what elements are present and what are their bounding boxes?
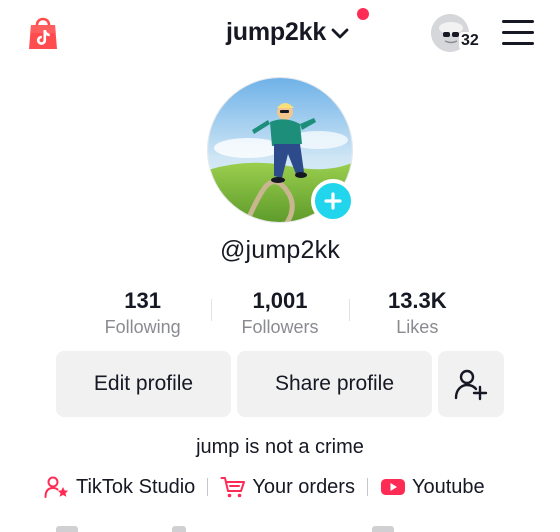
stat-following[interactable]: 131 Following: [74, 287, 211, 343]
account-switcher[interactable]: jump2kk: [226, 18, 350, 47]
plus-icon: [324, 192, 342, 210]
stat-value: 131: [124, 288, 162, 313]
link-label: TikTok Studio: [76, 475, 196, 498]
profile-handle: @jump2kk: [219, 236, 341, 264]
profile-stats: 131 Following 1,001 Followers 13.3K Like…: [74, 287, 486, 343]
link-youtube[interactable]: Youtube: [380, 476, 485, 499]
stat-likes[interactable]: 13.3K Likes: [349, 287, 486, 343]
stat-label: Followers: [241, 317, 319, 337]
profile-links: TikTok Studio Your orders Youtube: [44, 472, 485, 502]
link-label: Your orders: [252, 475, 355, 498]
username: jump2kk: [226, 18, 327, 46]
stat-followers[interactable]: 1,001 Followers: [211, 287, 348, 343]
shop-icon[interactable]: [28, 13, 58, 51]
profile-avatar-area: [207, 77, 355, 223]
stat-divider: [211, 299, 212, 321]
stat-divider: [349, 299, 350, 321]
stat-label: Likes: [396, 317, 439, 337]
edit-profile-button[interactable]: Edit profile: [56, 351, 231, 417]
creator-studio-icon: [44, 476, 69, 498]
tab-icon-peek: [172, 526, 186, 532]
profile-views-count: 32: [459, 32, 481, 50]
link-divider: [207, 478, 209, 496]
add-user-icon: [454, 369, 488, 401]
chevron-down-icon: [331, 28, 349, 38]
stat-label: Following: [104, 317, 181, 337]
notification-dot: [357, 8, 369, 20]
stat-value: 13.3K: [387, 288, 447, 313]
link-label: Youtube: [411, 475, 485, 498]
tab-icon-peek: [56, 526, 78, 532]
youtube-icon: [380, 479, 405, 495]
add-story-button[interactable]: [311, 179, 355, 223]
add-friends-button[interactable]: [438, 351, 504, 417]
profile-views-button[interactable]: 32: [431, 14, 485, 54]
link-your-orders[interactable]: Your orders: [220, 475, 355, 499]
share-profile-button[interactable]: Share profile: [237, 351, 432, 417]
stat-value: 1,001: [252, 288, 308, 313]
link-tiktok-studio[interactable]: TikTok Studio: [44, 475, 195, 499]
profile-bio: jump is not a crime: [196, 436, 364, 458]
content-tabs-peek: [0, 522, 560, 532]
tab-icon-peek: [372, 526, 394, 532]
top-bar: jump2kk 32: [0, 0, 560, 64]
link-divider: [366, 478, 368, 496]
menu-icon[interactable]: [502, 20, 534, 46]
cart-icon: [220, 477, 246, 498]
